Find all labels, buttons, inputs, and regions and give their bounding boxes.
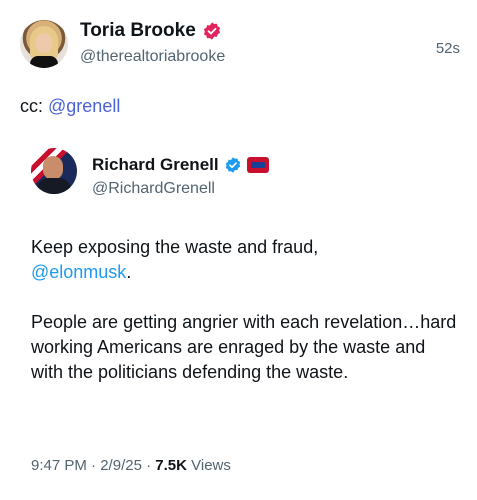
- views-label: Views: [186, 457, 231, 474]
- quoted-author-avatar[interactable]: [31, 148, 77, 194]
- post-text: cc: @grenell: [20, 96, 120, 117]
- post-time[interactable]: 9:47 PM: [31, 457, 87, 474]
- verified-badge-red-icon: [203, 22, 220, 40]
- meta-separator-2: ·: [141, 457, 156, 474]
- quoted-author-name-row: Richard Grenell: [92, 155, 269, 175]
- quoted-author-handle[interactable]: @RichardGrenell: [92, 180, 215, 198]
- quoted-author-name[interactable]: Richard Grenell: [92, 155, 219, 175]
- verified-badge-blue-icon: [225, 157, 240, 173]
- author-avatar[interactable]: [20, 20, 68, 68]
- author-handle[interactable]: @therealtoriabrooke: [80, 48, 225, 66]
- quoted-mention-suffix: .: [126, 262, 132, 282]
- quoted-post[interactable]: Richard Grenell @RichardGrenell Keep exp…: [0, 140, 477, 500]
- meta-separator-1: ·: [86, 457, 101, 474]
- post-date[interactable]: 2/9/25: [100, 457, 142, 474]
- post-timestamp[interactable]: 52s: [436, 40, 460, 57]
- quoted-post-body: Keep exposing the waste and fraud, @elon…: [31, 235, 461, 385]
- quoted-paragraph-2: People are getting angrier with each rev…: [31, 312, 457, 382]
- quoted-mention-link[interactable]: @elonmusk: [31, 262, 126, 282]
- post-header: Toria Brooke @therealtoriabrooke 52s: [20, 14, 460, 74]
- views-count[interactable]: 7.5K: [155, 457, 187, 474]
- quoted-line1-text: Keep exposing the waste and fraud,: [31, 237, 319, 257]
- quoted-post-meta: 9:47 PM · 2/9/25 · 7.5K Views: [31, 457, 231, 474]
- quoted-paragraph-1: Keep exposing the waste and fraud, @elon…: [31, 235, 461, 285]
- mention-link[interactable]: @grenell: [48, 96, 120, 116]
- post-text-prefix: cc:: [20, 96, 49, 116]
- author-name-row: Toria Brooke: [80, 20, 222, 42]
- affiliation-badge-icon[interactable]: [246, 157, 269, 173]
- author-display-name[interactable]: Toria Brooke: [80, 20, 196, 42]
